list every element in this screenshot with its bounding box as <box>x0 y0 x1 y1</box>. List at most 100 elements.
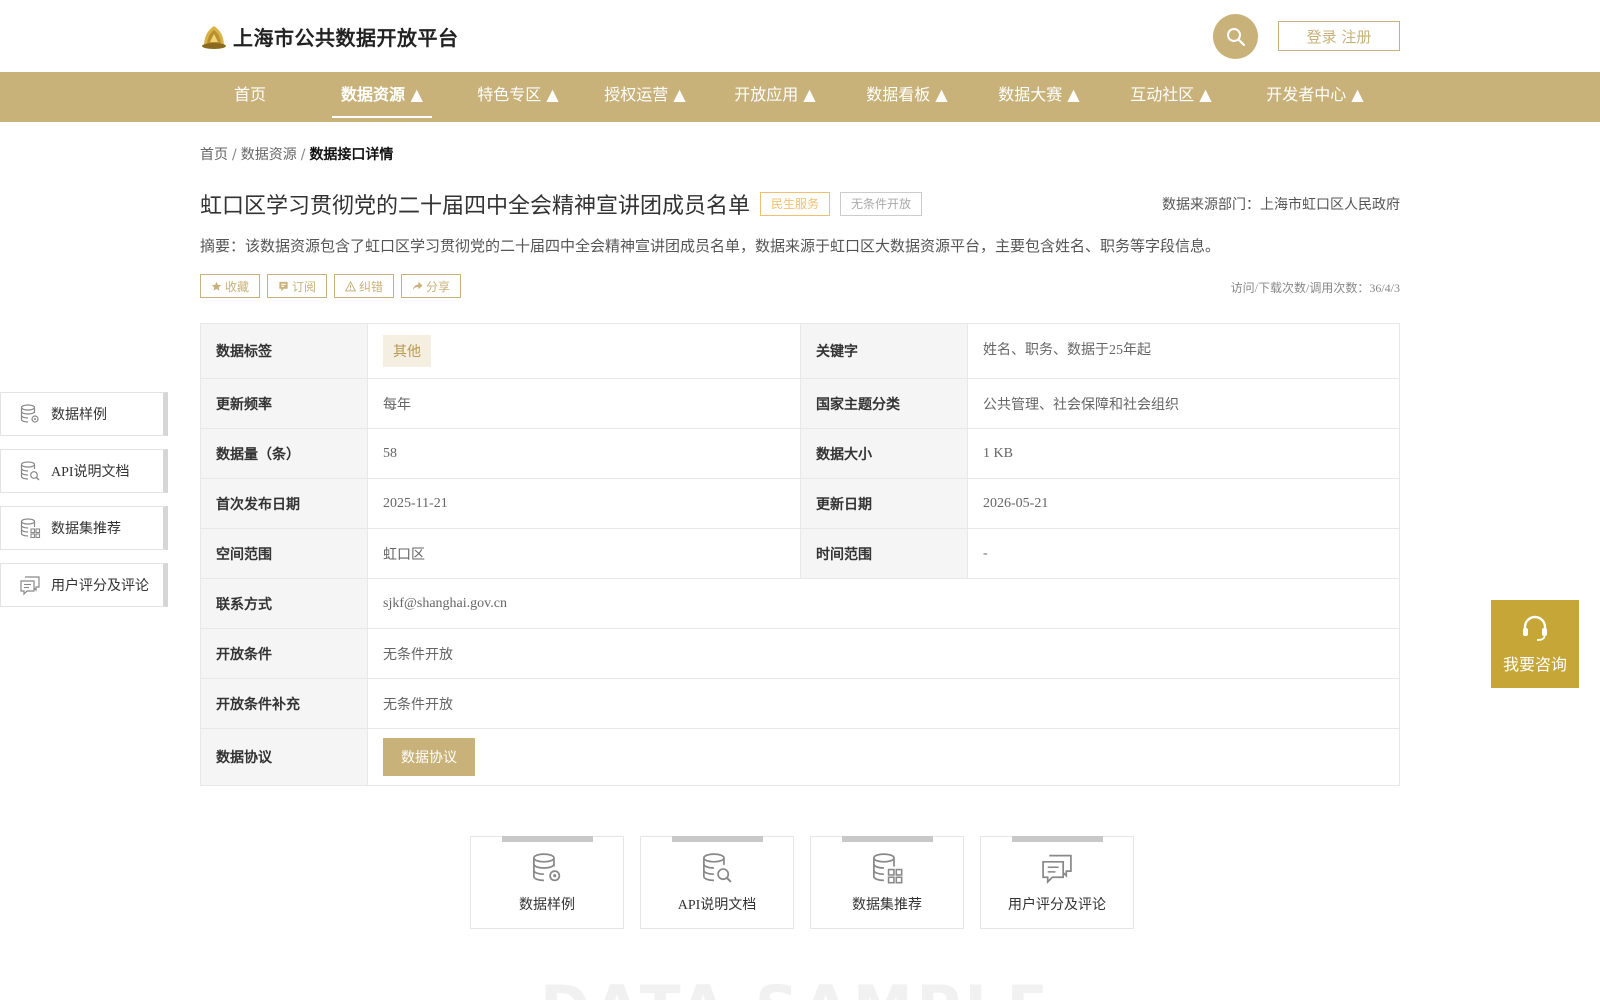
dataset-info-table: 数据标签 其他 关键字 姓名、职务、数据于25年起 更新频率 每年 国家主题分类… <box>200 323 1400 786</box>
database-grid-icon <box>20 518 41 539</box>
database-gear-icon <box>20 404 39 423</box>
card-top-bar <box>502 836 593 842</box>
table-value: 无条件开放 <box>367 628 1400 679</box>
nav-item-data-resources[interactable]: 数据资源 ▲ <box>332 72 432 122</box>
favorite-button[interactable]: 收藏 <box>200 274 261 298</box>
card-top-bar <box>1012 836 1103 842</box>
nav-item-special-zone[interactable]: 特色专区 ▲ <box>463 72 573 122</box>
table-value: 数据协议 <box>367 728 1400 786</box>
side-nav-label: 用户评分及评论 <box>51 579 149 594</box>
database-search-icon <box>20 461 40 481</box>
breadcrumb: 首页 / 数据资源 / 数据接口详情 <box>200 144 393 164</box>
report-error-button[interactable]: 纠错 <box>334 274 395 298</box>
table-row: 数据标签 其他 关键字 姓名、职务、数据于25年起 <box>200 323 1400 379</box>
comment-icon <box>1042 854 1072 884</box>
card-api-docs[interactable]: API说明文档 <box>640 836 794 929</box>
database-search-icon <box>703 853 732 883</box>
section-watermark: DATA SAMPLE <box>540 978 1052 1000</box>
table-value: - <box>967 528 1400 579</box>
side-nav-api-docs[interactable]: API说明文档 <box>0 449 168 493</box>
data-tag-pill[interactable]: 其他 <box>383 335 431 367</box>
nav-item-data-contest[interactable]: 数据大赛 ▲ <box>989 72 1089 122</box>
nav-item-community[interactable]: 互动社区 ▲ <box>1121 72 1221 122</box>
nav-item-developer-center[interactable]: 开发者中心 ▲ <box>1260 72 1370 122</box>
table-row: 首次发布日期 2025-11-21 更新日期 2026-05-21 <box>200 478 1400 529</box>
table-row: 数据协议 数据协议 <box>200 728 1400 786</box>
table-label: 时间范围 <box>800 528 968 579</box>
side-nav-data-sample[interactable]: 数据样例 <box>0 392 168 436</box>
side-nav-label: 数据集推荐 <box>51 522 121 537</box>
table-label: 数据协议 <box>200 728 368 786</box>
card-dataset-recommend[interactable]: 数据集推荐 <box>810 836 964 929</box>
breadcrumb-data-resources[interactable]: 数据资源 <box>241 147 297 163</box>
side-nav-label: API说明文档 <box>51 465 130 480</box>
open-type-badge: 无条件开放 <box>840 192 923 216</box>
breadcrumb-separator: / <box>232 147 237 163</box>
table-label: 数据标签 <box>200 323 368 379</box>
side-nav-user-reviews[interactable]: 用户评分及评论 <box>0 563 168 607</box>
nav-item-authorized-ops[interactable]: 授权运营 ▲ <box>595 72 695 122</box>
card-label: 用户评分及评论 <box>1008 898 1106 913</box>
subscribe-button[interactable]: 订阅 <box>267 274 328 298</box>
report-error-label: 纠错 <box>359 279 384 294</box>
side-nav-dataset-recommend[interactable]: 数据集推荐 <box>0 506 168 550</box>
subscribe-label: 订阅 <box>292 279 317 294</box>
category-badge: 民生服务 <box>760 192 831 216</box>
nav-item-open-apps[interactable]: 开放应用 ▲ <box>725 72 825 122</box>
main-nav: 首页 数据资源 ▲ 特色专区 ▲ 授权运营 ▲ 开放应用 ▲ 数据看板 ▲ 数据… <box>0 72 1600 122</box>
card-label: API说明文档 <box>677 898 757 913</box>
card-label: 数据样例 <box>519 898 575 913</box>
bottom-card-nav: 数据样例 API说明文档 数据集推荐 用户评分及评论 <box>470 836 1134 929</box>
contact-email[interactable]: sjkf@shanghai.gov.cn <box>367 578 1400 629</box>
login-register-button[interactable]: 登录 注册 <box>1278 21 1400 51</box>
nav-item-home[interactable]: 首页 <box>220 72 280 122</box>
share-button[interactable]: 分享 <box>401 274 462 298</box>
share-label: 分享 <box>426 279 451 294</box>
access-stats: 访问/下载次数/调用次数：36/4/3 <box>1230 281 1400 295</box>
table-value: 2026-05-21 <box>967 478 1400 529</box>
table-row: 联系方式 sjkf@shanghai.gov.cn <box>200 578 1400 629</box>
consult-button[interactable]: 我要咨询 <box>1491 600 1579 688</box>
database-gear-icon <box>533 853 561 882</box>
card-top-bar <box>842 836 933 842</box>
card-top-bar <box>672 836 763 842</box>
breadcrumb-separator: / <box>300 147 306 163</box>
card-data-sample[interactable]: 数据样例 <box>470 836 624 929</box>
table-row: 数据量（条） 58 数据大小 1 KB <box>200 428 1400 479</box>
table-value: 58 <box>367 428 801 479</box>
source-department: 数据来源部门：上海市虹口区人民政府 <box>1162 197 1400 213</box>
data-agreement-button[interactable]: 数据协议 <box>383 738 475 776</box>
table-value: 姓名、职务、数据于25年起 <box>967 323 1400 379</box>
table-value: 虹口区 <box>367 528 801 579</box>
card-label: 数据集推荐 <box>852 898 922 913</box>
side-nav-label: 数据样例 <box>51 408 107 423</box>
search-icon <box>1226 27 1245 46</box>
table-label: 更新日期 <box>800 478 968 529</box>
favorite-label: 收藏 <box>225 279 250 294</box>
dataset-title-row: 虹口区学习贯彻党的二十届四中全会精神宣讲团成员名单 民生服务 无条件开放 数据来… <box>200 188 1400 220</box>
table-label: 数据大小 <box>800 428 968 479</box>
search-button[interactable] <box>1213 14 1258 59</box>
consult-label: 我要咨询 <box>1502 655 1567 674</box>
table-label: 首次发布日期 <box>200 478 368 529</box>
table-value: 其他 <box>367 323 801 379</box>
bookmark-icon <box>279 281 288 291</box>
site-logo[interactable]: 上海市公共数据开放平台 <box>200 20 459 52</box>
database-grid-icon <box>873 853 903 884</box>
table-label: 更新频率 <box>200 378 368 429</box>
table-label: 开放条件补充 <box>200 678 368 729</box>
table-label: 联系方式 <box>200 578 368 629</box>
breadcrumb-home[interactable]: 首页 <box>200 147 228 163</box>
page-title: 虹口区学习贯彻党的二十届四中全会精神宣讲团成员名单 <box>200 194 751 219</box>
table-label: 国家主题分类 <box>800 378 968 429</box>
table-row: 开放条件 无条件开放 <box>200 628 1400 679</box>
table-label: 关键字 <box>800 323 968 379</box>
dataset-summary: 摘要：该数据资源包含了虹口区学习贯彻党的二十届四中全会精神宣讲团成员名单，数据来… <box>200 237 1221 255</box>
card-user-reviews[interactable]: 用户评分及评论 <box>980 836 1134 929</box>
table-value: 公共管理、社会保障和社会组织 <box>967 378 1400 429</box>
comment-icon <box>20 576 40 596</box>
nav-item-data-dashboard[interactable]: 数据看板 ▲ <box>857 72 957 122</box>
side-nav: 数据样例 API说明文档 数据集推荐 用户评分及评论 <box>0 392 168 620</box>
table-label: 数据量（条） <box>200 428 368 479</box>
share-icon <box>412 281 423 291</box>
